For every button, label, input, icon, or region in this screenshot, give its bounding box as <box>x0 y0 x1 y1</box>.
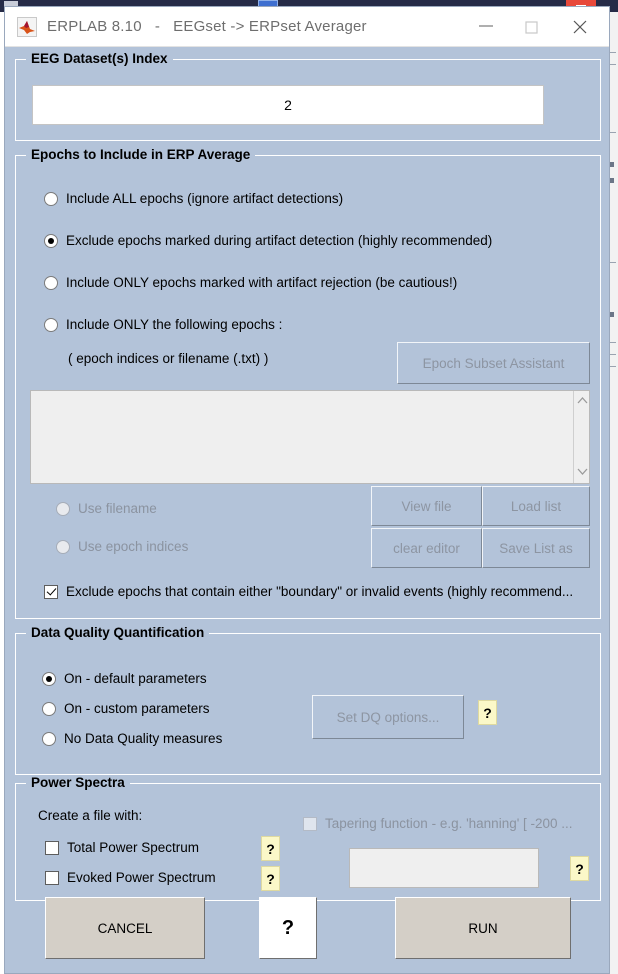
total-power-spectrum-label: Total Power Spectrum <box>67 840 200 855</box>
epochs-option-label: Include ONLY epochs marked with artifact… <box>66 275 458 290</box>
dataset-index-group-title: EEG Dataset(s) Index <box>26 51 173 66</box>
tapering-help-badge[interactable]: ? <box>570 856 589 881</box>
create-file-label: Create a file with: <box>38 808 143 823</box>
total-power-help-badge[interactable]: ? <box>261 836 280 861</box>
epochs-group: Epochs to Include in ERP Average Include… <box>15 147 601 619</box>
tapering-function-label: Tapering function - e.g. 'hanning' [ -20… <box>325 816 573 831</box>
radio-indicator <box>56 539 70 554</box>
load-list-button[interactable]: Load list <box>482 486 590 526</box>
epochs-option-only-marked[interactable]: Include ONLY epochs marked with artifact… <box>44 275 457 290</box>
radio-indicator <box>42 671 56 686</box>
save-list-as-button[interactable]: Save List as <box>482 528 590 568</box>
dialog-title: ERPLAB 8.10 - EEGset -> ERPset Averager <box>47 18 367 35</box>
exclude-boundary-checkbox[interactable]: Exclude epochs that contain either "boun… <box>44 584 573 599</box>
epochs-source-use-indices[interactable]: Use epoch indices <box>56 539 188 554</box>
help-button[interactable]: ? <box>259 897 317 959</box>
epochs-source-label: Use filename <box>78 501 157 516</box>
erplab-averager-dialog: ERPLAB 8.10 - EEGset -> ERPset Averager … <box>4 6 610 974</box>
checkbox-indicator <box>45 870 59 885</box>
radio-indicator <box>56 501 70 516</box>
epochs-editor-scrollbar[interactable] <box>573 391 589 483</box>
radio-indicator <box>44 233 58 248</box>
dialog-titlebar: ERPLAB 8.10 - EEGset -> ERPset Averager <box>5 7 609 47</box>
epochs-group-title: Epochs to Include in ERP Average <box>26 147 256 162</box>
dq-option-custom[interactable]: On - custom parameters <box>42 701 210 716</box>
epoch-subset-assistant-button[interactable]: Epoch Subset Assistant <box>397 342 590 384</box>
dq-option-default[interactable]: On - default parameters <box>42 671 207 686</box>
chevron-down-icon[interactable] <box>577 467 588 478</box>
matlab-icon <box>17 17 37 37</box>
total-power-spectrum-checkbox[interactable]: Total Power Spectrum <box>45 840 199 855</box>
power-spectra-group: Power Spectra Create a file with: Total … <box>15 775 601 901</box>
epochs-option-exclude-marked[interactable]: Exclude epochs marked during artifact de… <box>44 233 492 248</box>
epochs-option-label: Exclude epochs marked during artifact de… <box>66 233 493 248</box>
dq-help-badge[interactable]: ? <box>478 700 497 725</box>
set-dq-options-button[interactable]: Set DQ options... <box>312 695 464 739</box>
radio-indicator <box>44 191 58 206</box>
radio-indicator <box>44 275 58 290</box>
epochs-editor[interactable] <box>30 390 590 484</box>
view-file-button[interactable]: View file <box>371 486 482 526</box>
cancel-button[interactable]: CANCEL <box>45 897 205 959</box>
exclude-boundary-label: Exclude epochs that contain either "boun… <box>66 584 574 599</box>
epochs-option-label: Include ALL epochs (ignore artifact dete… <box>66 191 344 206</box>
dq-option-label: On - custom parameters <box>64 701 210 716</box>
radio-indicator <box>42 731 56 746</box>
radio-indicator <box>42 701 56 716</box>
chevron-up-icon[interactable] <box>577 396 588 407</box>
data-quality-group-title: Data Quality Quantification <box>26 625 210 640</box>
dq-option-none[interactable]: No Data Quality measures <box>42 731 222 746</box>
radio-indicator <box>44 317 58 332</box>
checkbox-indicator <box>45 840 59 855</box>
tapering-function-input[interactable] <box>349 848 539 888</box>
dataset-index-input[interactable]: 2 <box>32 85 544 125</box>
checkbox-indicator <box>303 816 317 831</box>
close-button[interactable] <box>557 7 603 46</box>
evoked-power-spectrum-label: Evoked Power Spectrum <box>67 870 216 885</box>
run-button[interactable]: RUN <box>395 897 571 959</box>
tapering-function-checkbox[interactable]: Tapering function - e.g. 'hanning' [ -20… <box>303 816 573 831</box>
dq-option-label: On - default parameters <box>64 671 207 686</box>
epochs-hint-label: ( epoch indices or filename (.txt) ) <box>68 351 269 366</box>
epochs-source-use-filename[interactable]: Use filename <box>56 501 157 516</box>
power-spectra-group-title: Power Spectra <box>26 775 130 790</box>
maximize-button[interactable] <box>509 7 555 46</box>
evoked-power-help-badge[interactable]: ? <box>261 866 280 891</box>
epochs-option-label: Include ONLY the following epochs : <box>66 317 283 332</box>
data-quality-group: Data Quality Quantification On - default… <box>15 625 601 775</box>
dataset-index-group: EEG Dataset(s) Index 2 <box>15 51 601 141</box>
minimize-button[interactable] <box>463 7 509 46</box>
clear-editor-button[interactable]: clear editor <box>371 528 482 568</box>
epochs-option-include-all[interactable]: Include ALL epochs (ignore artifact dete… <box>44 191 343 206</box>
epochs-option-only-following[interactable]: Include ONLY the following epochs : <box>44 317 282 332</box>
checkbox-indicator <box>44 584 58 599</box>
epochs-source-label: Use epoch indices <box>78 539 189 554</box>
evoked-power-spectrum-checkbox[interactable]: Evoked Power Spectrum <box>45 870 216 885</box>
dq-option-label: No Data Quality measures <box>64 731 223 746</box>
